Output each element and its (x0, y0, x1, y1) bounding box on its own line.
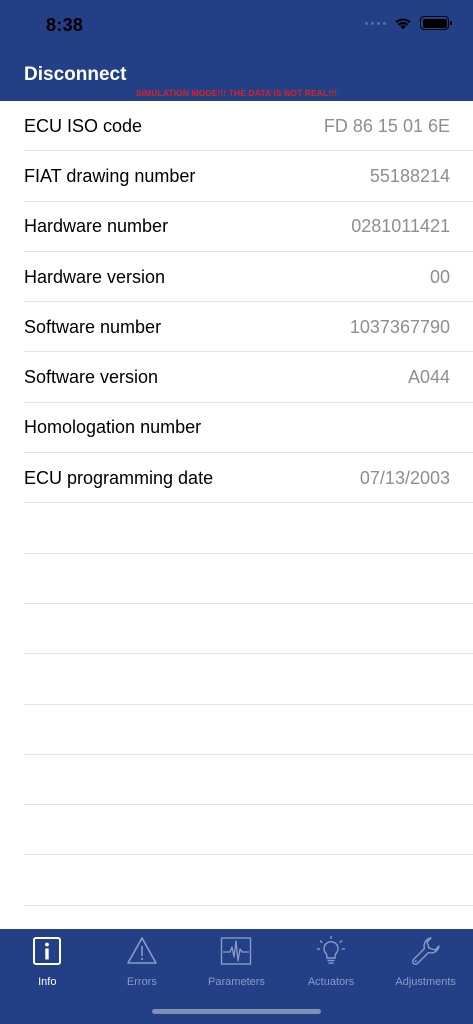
tab-label: Actuators (307, 976, 355, 988)
tab-label: Adjustments (395, 976, 456, 988)
row-label: ECU programming date (24, 467, 214, 488)
row-value: FD 86 15 01 6E (323, 115, 450, 136)
empty-row (0, 805, 473, 856)
row-label: ECU ISO code (24, 115, 143, 136)
wrench-icon (411, 937, 440, 966)
empty-row (0, 654, 473, 705)
row-label: Homologation number (24, 417, 202, 438)
ecu-info-list: ECU ISO code FD 86 15 01 6E FIAT drawing… (0, 101, 473, 907)
wifi-icon (395, 18, 411, 30)
empty-row (0, 705, 473, 756)
list-item: Hardware version 00 (0, 252, 473, 303)
lightbulb-icon (317, 936, 346, 964)
row-value: 1037367790 (349, 316, 450, 337)
row-value: 55188214 (369, 165, 450, 186)
tab-label: Parameters (208, 976, 265, 988)
row-label: Hardware version (24, 266, 166, 287)
list-item: Homologation number (0, 403, 473, 454)
list-item: Hardware number 0281011421 (0, 202, 473, 253)
list-item: ECU ISO code FD 86 15 01 6E (0, 101, 473, 152)
battery-icon (420, 16, 452, 30)
row-value: 00 (429, 266, 450, 287)
info-icon (33, 937, 62, 965)
row-label: Software version (24, 367, 159, 388)
tab-parameters[interactable]: Parameters (189, 929, 284, 993)
empty-row (0, 503, 473, 554)
list-item: Software version A044 (0, 352, 473, 404)
cellular-signal-icon (365, 21, 386, 25)
row-label: FIAT drawing number (24, 165, 196, 186)
row-value: A044 (407, 367, 450, 388)
tab-errors[interactable]: Errors (95, 929, 190, 993)
row-value: 07/13/2003 (359, 467, 450, 488)
empty-row (0, 755, 473, 806)
list-item: FIAT drawing number 55188214 (0, 151, 473, 202)
empty-row (0, 554, 473, 605)
tab-info[interactable]: Info (0, 929, 95, 993)
tab-label: Info (38, 976, 57, 988)
simulation-banner: SIMULATION MODE!!! THE DATA IS NOT REAL!… (135, 88, 338, 98)
list-item: ECU programming date 07/13/2003 (0, 453, 473, 504)
waveform-icon (221, 937, 252, 965)
row-label: Hardware number (24, 216, 169, 237)
header: 8:38 Disconnect SIMULATION MODE!!! THE D… (0, 0, 473, 101)
disconnect-button[interactable]: Disconnect (24, 64, 126, 86)
list-item: Software number 1037367790 (0, 302, 473, 353)
status-time: 8:38 (46, 15, 84, 35)
row-value: 0281011421 (351, 216, 450, 237)
home-indicator[interactable] (152, 1009, 321, 1014)
row-label: Software number (24, 316, 162, 337)
empty-row (0, 855, 473, 907)
status-icons (365, 16, 452, 30)
empty-row (0, 604, 473, 655)
tab-label: Errors (126, 976, 157, 988)
tab-adjustments[interactable]: Adjustments (378, 929, 473, 993)
warning-icon (127, 937, 157, 964)
tab-actuators[interactable]: Actuators (284, 929, 379, 993)
